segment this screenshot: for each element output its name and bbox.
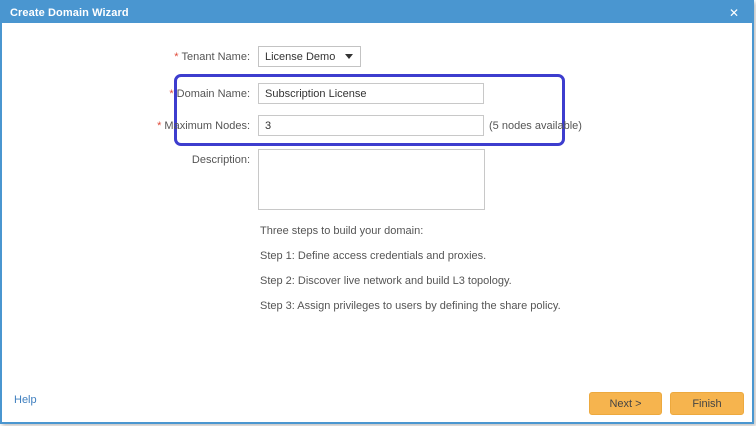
domain-name-label-text: Domain Name: [177, 88, 250, 100]
maximum-nodes-label-text: Maximum Nodes: [164, 120, 250, 132]
domain-name-input[interactable] [258, 83, 484, 104]
tenant-name-label-text: Tenant Name: [182, 51, 250, 63]
next-button[interactable]: Next > [589, 392, 662, 415]
dialog-title-bar: Create Domain Wizard ✕ [2, 2, 752, 23]
description-label: Description: [192, 154, 250, 166]
tenant-name-selected-value: License Demo [265, 51, 335, 63]
finish-button[interactable]: Finish [670, 392, 744, 415]
dialog-title: Create Domain Wizard [2, 7, 129, 19]
required-asterisk: * [174, 51, 178, 63]
tenant-name-label: * Tenant Name: [174, 51, 250, 63]
instructions-intro: Three steps to build your domain: [260, 225, 561, 237]
create-domain-wizard-dialog: Create Domain Wizard ✕ * Tenant Name: Lic… [0, 0, 754, 424]
domain-name-label: * Domain Name: [169, 88, 250, 100]
maximum-nodes-label: *Maximum Nodes: [157, 120, 250, 132]
instructions-step-2: Step 2: Discover live network and build … [260, 275, 561, 287]
tenant-name-select[interactable]: License Demo [258, 46, 361, 67]
description-label-text: Description: [192, 154, 250, 166]
instructions-block: Three steps to build your domain: Step 1… [260, 225, 561, 325]
chevron-down-icon [345, 54, 353, 59]
required-asterisk: * [169, 88, 173, 100]
close-icon[interactable]: ✕ [724, 2, 744, 23]
help-link[interactable]: Help [14, 394, 37, 406]
screen: Create Domain Wizard ✕ * Tenant Name: Lic… [0, 0, 756, 426]
instructions-step-3: Step 3: Assign privileges to users by de… [260, 300, 561, 312]
maximum-nodes-input[interactable] [258, 115, 484, 136]
instructions-step-1: Step 1: Define access credentials and pr… [260, 250, 561, 262]
nodes-available-hint: (5 nodes available) [489, 120, 582, 132]
required-asterisk: * [157, 120, 161, 132]
description-textarea[interactable] [258, 149, 485, 210]
